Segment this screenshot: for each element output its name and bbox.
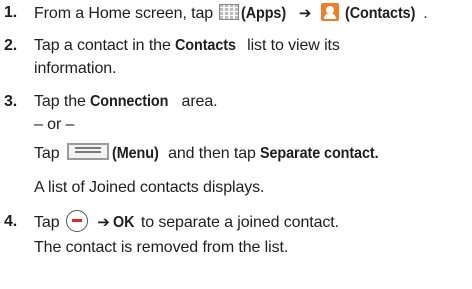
arrow-icon: ➔ <box>97 213 110 232</box>
step-text-continued: information. <box>34 60 117 77</box>
contacts-label: (Contacts) <box>345 5 416 22</box>
step-number: 2. <box>4 37 18 54</box>
contacts-icon <box>320 2 339 21</box>
menu-key-icon <box>66 143 109 161</box>
step-number: 3. <box>4 93 18 110</box>
arrow-icon: ➔ <box>298 4 312 22</box>
contacts-list-label: Contacts <box>175 37 237 54</box>
apps-grid-icon <box>219 3 240 20</box>
step-text: From a Home screen, tap <box>34 5 214 22</box>
connection-label: Connection <box>90 93 169 110</box>
or-separator: – or – <box>34 116 75 133</box>
remove-minus-icon <box>65 210 88 232</box>
instruction-document: 1. From a Home screen, tap (Apps) ➔ (Con… <box>4 2 428 256</box>
apps-label: (Apps) <box>241 5 287 22</box>
step-result: A list of Joined contacts displays. <box>34 179 265 196</box>
step-text: Tap the <box>34 93 86 110</box>
separate-contact-label: Separate contact. <box>260 145 379 162</box>
step-number: 1. <box>4 4 18 21</box>
step-text: Tap a contact in the <box>34 37 171 54</box>
ok-label: OK <box>112 214 135 232</box>
menu-label: (Menu) <box>111 145 159 162</box>
step-number: 4. <box>4 213 18 230</box>
step-text: Tap <box>34 214 60 232</box>
step-result: The contact is removed from the list. <box>34 239 289 256</box>
